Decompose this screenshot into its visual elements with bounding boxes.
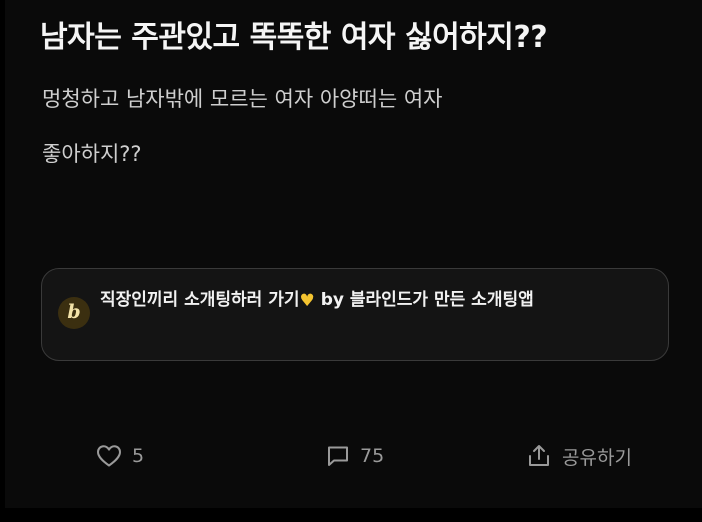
post-title: 남자는 주관있고 똑똑한 여자 싫어하지??: [40, 20, 548, 55]
blind-dating-ad-banner[interactable]: b 직장인끼리 소개팅하러 가기♥ by 블라인드가 만든 소개팅앱: [41, 268, 669, 361]
bottom-edge-border: [0, 508, 702, 522]
like-button[interactable]: 5: [96, 436, 144, 476]
blind-logo-icon: b: [58, 297, 90, 329]
comment-button[interactable]: 75: [326, 436, 384, 476]
ad-text: 직장인끼리 소개팅하러 가기♥ by 블라인드가 만든 소개팅앱: [100, 287, 640, 315]
ad-text-suffix: by 블라인드가 만든 소개팅앱: [314, 290, 534, 310]
post-body: 멍청하고 남자밖에 모르는 여자 아양떠는 여자 좋아하지??: [42, 72, 662, 182]
speech-bubble-icon: [326, 444, 350, 468]
share-button[interactable]: 공유하기: [526, 436, 632, 476]
yellow-heart-icon: ♥: [299, 291, 315, 311]
like-count: 5: [132, 445, 145, 467]
comment-count: 75: [360, 445, 385, 467]
heart-outline-icon: [96, 444, 122, 468]
share-upload-icon: [526, 443, 552, 469]
post-action-bar: 5 75 공유하기: [0, 436, 702, 476]
ad-text-prefix: 직장인끼리 소개팅하러 가기: [100, 290, 300, 310]
share-label: 공유하기: [562, 446, 632, 469]
post-screen: 남자는 주관있고 똑똑한 여자 싫어하지?? 멍청하고 남자밖에 모르는 여자 …: [0, 0, 702, 522]
post-body-line: 멍청하고 남자밖에 모르는 여자 아양떠는 여자: [42, 87, 443, 111]
post-body-line: 좋아하지??: [42, 142, 142, 166]
